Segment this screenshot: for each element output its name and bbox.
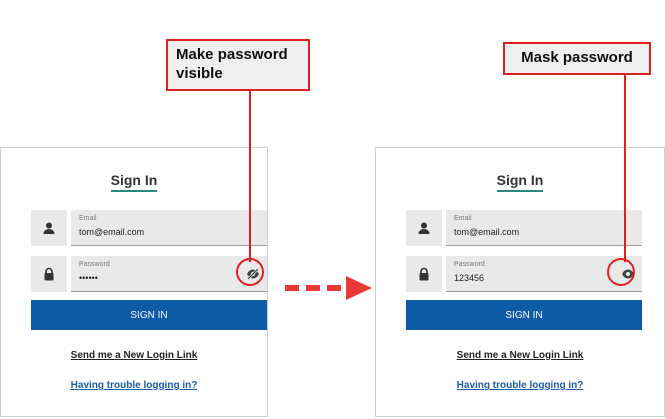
password-field[interactable]: Password •••••• — [71, 256, 267, 292]
page-title: Sign In — [1, 172, 267, 192]
new-login-link[interactable]: Send me a New Login Link — [376, 350, 664, 361]
password-value: 123456 — [454, 273, 485, 283]
lock-icon — [31, 256, 67, 292]
sign-in-button[interactable]: SIGN IN — [406, 300, 642, 330]
email-field[interactable]: Email tom@email.com — [446, 210, 642, 246]
user-icon — [406, 210, 442, 246]
callout-make-visible: Make password visible — [166, 39, 310, 91]
email-label: Email — [79, 215, 97, 222]
password-row: Password 123456 — [406, 256, 642, 292]
email-row: Email tom@email.com — [31, 210, 267, 246]
email-value: tom@email.com — [79, 227, 145, 237]
sign-in-panel-right: Sign In Email tom@email.com Password 123… — [375, 147, 665, 417]
email-field[interactable]: Email tom@email.com — [71, 210, 267, 246]
password-label: Password — [79, 261, 110, 268]
password-row: Password •••••• — [31, 256, 267, 292]
eye-off-icon[interactable] — [245, 266, 261, 282]
email-value: tom@email.com — [454, 227, 520, 237]
sign-in-panel-left: Sign In Email tom@email.com Password •••… — [0, 147, 268, 417]
password-label: Password — [454, 261, 485, 268]
eye-icon[interactable] — [620, 266, 636, 282]
new-login-link[interactable]: Send me a New Login Link — [1, 350, 267, 361]
dashed-arrow-right — [285, 276, 372, 300]
email-label: Email — [454, 215, 472, 222]
page-title: Sign In — [376, 172, 664, 192]
callout-mask-password: Mask password — [503, 42, 651, 75]
trouble-link[interactable]: Having trouble logging in? — [1, 380, 267, 391]
user-icon — [31, 210, 67, 246]
email-row: Email tom@email.com — [406, 210, 642, 246]
password-field[interactable]: Password 123456 — [446, 256, 642, 292]
lock-icon — [406, 256, 442, 292]
trouble-link[interactable]: Having trouble logging in? — [376, 380, 664, 391]
sign-in-button[interactable]: SIGN IN — [31, 300, 267, 330]
password-value: •••••• — [79, 273, 98, 283]
